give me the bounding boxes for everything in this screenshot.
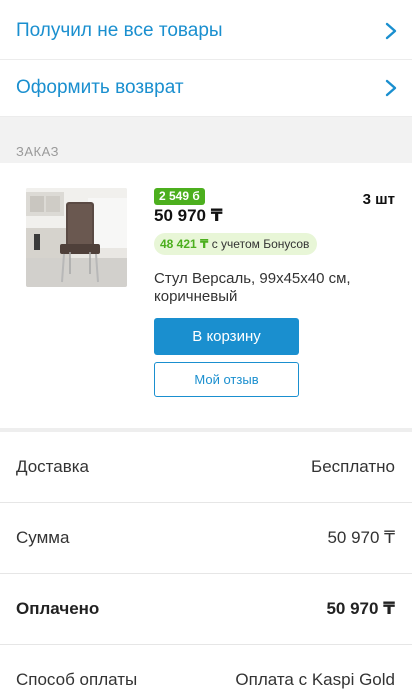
bonus-price-pill: 48 421 ₸ с учетом Бонусов	[154, 233, 318, 255]
product-quantity: 3 шт	[362, 191, 395, 208]
my-review-button[interactable]: Мой отзыв	[154, 362, 299, 397]
delivery-row: Доставка Бесплатно	[0, 432, 412, 503]
product-title[interactable]: Стул Версаль, 99х45х40 см, коричневый	[154, 270, 394, 306]
product-image[interactable]	[26, 188, 127, 287]
chevron-right-icon	[385, 22, 397, 40]
sum-value: 50 970 ₸	[327, 528, 395, 547]
sum-label: Сумма	[16, 528, 70, 547]
payment-method-value: Оплата с Kaspi Gold	[235, 670, 395, 689]
chevron-right-icon	[385, 79, 397, 97]
missing-items-label: Получил не все товары	[16, 20, 223, 41]
missing-items-link[interactable]: Получил не все товары	[0, 3, 412, 60]
paid-row: Оплачено 50 970 ₸	[0, 574, 412, 645]
product-price: 50 970 ₸	[154, 206, 223, 225]
delivery-value: Бесплатно	[311, 457, 395, 476]
order-section-title: ЗАКАЗ	[16, 144, 59, 159]
order-item-card: 2 549 б 50 970 ₸ 3 шт 48 421 ₸ с учетом …	[0, 163, 412, 428]
bonus-price-suffix: с учетом Бонусов	[208, 237, 310, 251]
payment-method-label: Способ оплаты	[16, 670, 138, 689]
payment-method-row: Способ оплаты Оплата с Kaspi Gold	[0, 645, 412, 700]
delivery-label: Доставка	[16, 457, 90, 476]
paid-label: Оплачено	[16, 599, 100, 618]
bonus-price-value: 48 421 ₸	[160, 237, 209, 251]
return-request-label: Оформить возврат	[16, 77, 184, 98]
order-section-header: ЗАКАЗ	[0, 117, 412, 163]
paid-value: 50 970 ₸	[326, 599, 395, 618]
bonus-points-badge: 2 549 б	[154, 188, 205, 205]
return-request-link[interactable]: Оформить возврат	[0, 60, 412, 117]
chair-photo	[26, 188, 127, 287]
add-to-cart-button[interactable]: В корзину	[154, 318, 299, 355]
sum-row: Сумма 50 970 ₸	[0, 503, 412, 574]
